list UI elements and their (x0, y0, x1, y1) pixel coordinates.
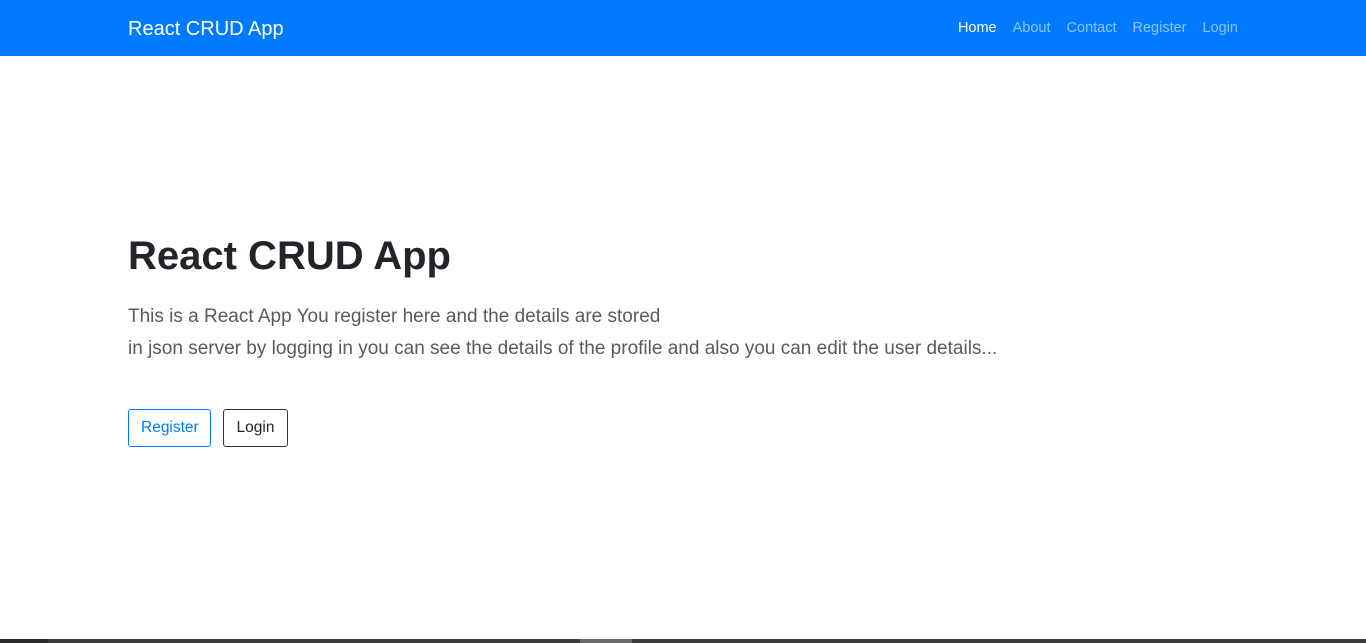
lead-line-2: in json server by logging in you can see… (128, 338, 998, 359)
taskbar-segment (0, 639, 48, 643)
nav-link-home[interactable]: Home (958, 17, 997, 39)
register-button[interactable]: Register (128, 409, 211, 447)
nav-link-contact[interactable]: Contact (1067, 17, 1117, 39)
nav-link-about[interactable]: About (1013, 17, 1051, 39)
page-title: React CRUD App (128, 234, 451, 278)
nav-links: Home About Contact Register Login (958, 17, 1238, 39)
lead-text: This is a React App You register here an… (128, 301, 997, 365)
lead-line-1: This is a React App You register here an… (128, 306, 661, 327)
nav-link-register[interactable]: Register (1133, 17, 1187, 39)
taskbar-strip (0, 639, 1366, 643)
nav-link-login[interactable]: Login (1203, 17, 1238, 39)
taskbar-segment (580, 639, 632, 643)
navbar: React CRUD App Home About Contact Regist… (0, 0, 1366, 56)
login-button[interactable]: Login (223, 409, 288, 447)
navbar-brand[interactable]: React CRUD App (128, 15, 284, 43)
